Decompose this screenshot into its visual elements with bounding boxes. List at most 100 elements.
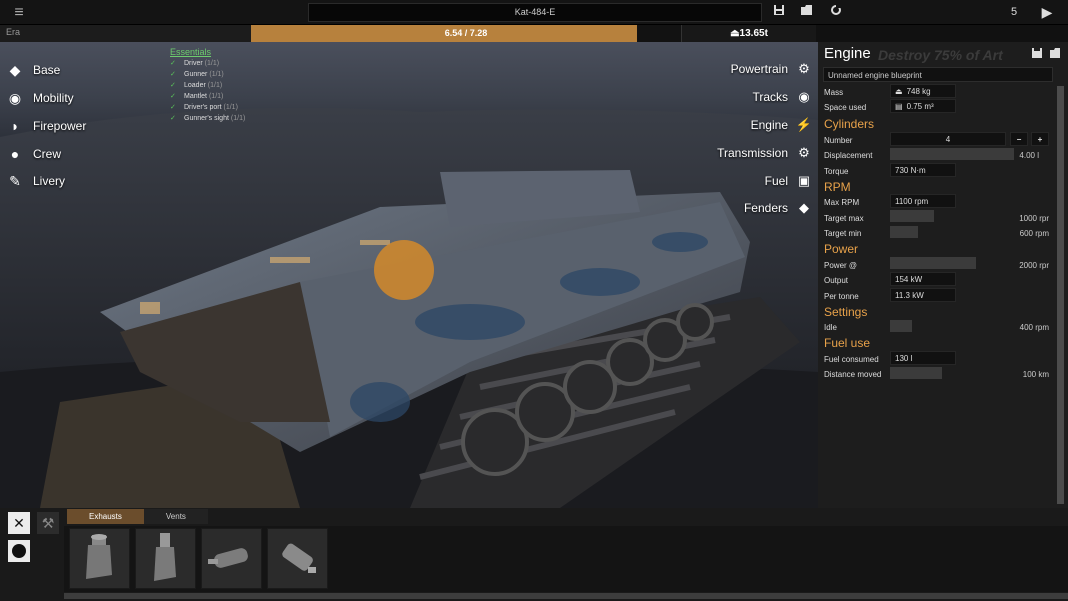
paint-circle-icon[interactable]	[8, 540, 30, 562]
track-icon: ◉	[798, 89, 810, 104]
left-menu-livery-label: Livery	[33, 174, 66, 188]
output-label: Output	[824, 276, 849, 285]
tab-exhausts[interactable]: Exhausts	[67, 509, 144, 524]
exhaust-pipe-2-part[interactable]	[135, 528, 196, 589]
panel-scrollbar-thumb[interactable]	[1057, 86, 1064, 504]
vehicle-name-field[interactable]: Kat-484-E	[308, 3, 762, 22]
right-menu-fuel[interactable]: Fuel ▣	[765, 170, 814, 192]
panel-title: Engine	[824, 45, 871, 62]
weight-icon: ⏏	[730, 28, 740, 39]
turret-icon: ◗	[10, 118, 20, 134]
displacement-label: Displacement	[824, 151, 873, 160]
space-label: Space used	[824, 103, 867, 112]
left-menu-mobility[interactable]: ◉ Mobility	[6, 87, 74, 109]
output-value: 154 kW	[890, 272, 956, 286]
folder-icon[interactable]	[797, 4, 815, 21]
right-menu-powertrain[interactable]: Powertrain ⚙	[731, 58, 814, 80]
left-menu-firepower[interactable]: ◗ Firepower	[6, 115, 87, 137]
cylinder-minus-button[interactable]: −	[1010, 132, 1028, 146]
left-menu-crew[interactable]: ● Crew	[6, 143, 61, 165]
check-icon: ✓	[170, 93, 176, 100]
max-rpm-value: 1100 rpm	[890, 194, 956, 208]
exhaust-muffler-2-part[interactable]	[267, 528, 328, 589]
right-menu-transmission-label: Transmission	[717, 146, 788, 160]
essential-count: (1/1)	[209, 71, 224, 78]
tools-icon[interactable]: ✕	[8, 512, 30, 534]
essential-count: (1/1)	[223, 104, 238, 111]
distance-label: Distance moved	[824, 370, 882, 379]
parts-scrollbar-thumb[interactable]	[64, 593, 1068, 599]
blueprint-name-field[interactable]: Unnamed engine blueprint	[823, 67, 1053, 82]
essential-item: ✓ Mantlet (1/1)	[170, 91, 245, 102]
power-at-label: Power @	[824, 261, 858, 270]
brush-icon: ✎	[9, 173, 21, 189]
era-progress-text: 6.54 / 7.28	[444, 28, 488, 38]
right-menu-engine[interactable]: Engine ⚡	[751, 114, 814, 136]
settings-title: Settings	[824, 305, 868, 319]
check-icon: ✓	[170, 60, 176, 67]
torque-value: 730 N·m	[890, 163, 956, 177]
menu-icon[interactable]: ≡	[10, 4, 28, 21]
part-tabs: Exhausts Vents	[67, 509, 208, 524]
fuel-consumed-label: Fuel consumed	[824, 355, 879, 364]
cylinder-number-input[interactable]: 4	[890, 132, 1006, 146]
gear-icon: ⚙	[798, 61, 810, 76]
mass-value-text: 748 kg	[906, 87, 931, 96]
mass-value: ⏏ 748 kg	[890, 84, 956, 98]
essential-count: (1/1)	[208, 93, 224, 100]
idle-label: Idle	[824, 323, 837, 332]
target-min-value: 600 rpm	[1019, 229, 1049, 238]
cylinder-plus-button[interactable]: +	[1031, 132, 1049, 146]
left-menu-crew-label: Crew	[33, 147, 62, 161]
essential-count: (1/1)	[230, 115, 246, 122]
essential-item: ✓ Driver (1/1)	[170, 58, 245, 69]
exhaust-pipe-icon	[154, 533, 176, 581]
panel-scrollbar[interactable]	[1057, 86, 1064, 504]
essentials-title[interactable]: Essentials	[170, 47, 245, 57]
distance-slider[interactable]	[890, 367, 942, 379]
exhaust-muffler-1-part[interactable]	[201, 528, 262, 589]
displacement-slider[interactable]	[890, 148, 1014, 160]
play-icon[interactable]: ▶	[1036, 3, 1058, 22]
parts-list	[64, 526, 1068, 592]
exhaust-pipe-1-part[interactable]	[69, 528, 130, 589]
left-menu-livery[interactable]: ✎ Livery	[6, 170, 65, 192]
essential-name: Loader	[184, 82, 206, 89]
person-icon: ●	[10, 146, 20, 162]
engine-icon: ⚡	[795, 117, 813, 132]
folder-icon[interactable]	[1048, 48, 1062, 62]
count-value: 5	[1010, 6, 1018, 18]
wheel-icon: ◉	[8, 90, 22, 106]
tab-vents[interactable]: Vents	[143, 509, 208, 524]
target-max-value: 1000 rpr	[1019, 214, 1049, 223]
left-menu-base[interactable]: ◆ Base	[6, 59, 61, 81]
check-icon: ✓	[170, 82, 176, 89]
right-menu-fenders-label: Fenders	[743, 201, 788, 215]
save-icon[interactable]	[770, 4, 788, 21]
right-menu-tracks-label: Tracks	[752, 90, 788, 104]
right-menu-fenders[interactable]: Fenders ◆	[744, 197, 814, 219]
right-menu-tracks[interactable]: Tracks ◉	[752, 86, 814, 108]
right-menu-transmission[interactable]: Transmission ⚙	[717, 142, 814, 164]
check-icon: ✓	[170, 104, 176, 111]
parts-scrollbar[interactable]	[64, 593, 1068, 599]
essential-name: Gunner	[184, 71, 208, 78]
check-icon: ✓	[170, 71, 176, 78]
weight-value: 13.65t	[739, 28, 768, 39]
check-icon: ✓	[170, 115, 176, 122]
left-menu-base-label: Base	[33, 63, 61, 77]
mass-label: Mass	[824, 88, 844, 97]
wrench-icon[interactable]: ⚒	[37, 512, 59, 534]
target-min-slider[interactable]	[890, 226, 918, 238]
vehicle-viewport[interactable]: ◆ Base ◉ Mobility ◗ Firepower ● Crew ✎ L…	[0, 42, 818, 508]
save-icon[interactable]	[1030, 48, 1044, 62]
power-at-slider[interactable]	[890, 257, 976, 269]
target-min-label: Target min	[824, 229, 862, 238]
tank-scene	[0, 107, 818, 508]
essential-name: Mantlet	[184, 93, 207, 100]
target-max-slider[interactable]	[890, 210, 934, 222]
right-menu-engine-label: Engine	[750, 118, 788, 132]
refresh-icon[interactable]	[827, 4, 845, 21]
objective-watermark: Destroy 75% of Art	[878, 47, 1003, 63]
idle-slider[interactable]	[890, 320, 912, 332]
